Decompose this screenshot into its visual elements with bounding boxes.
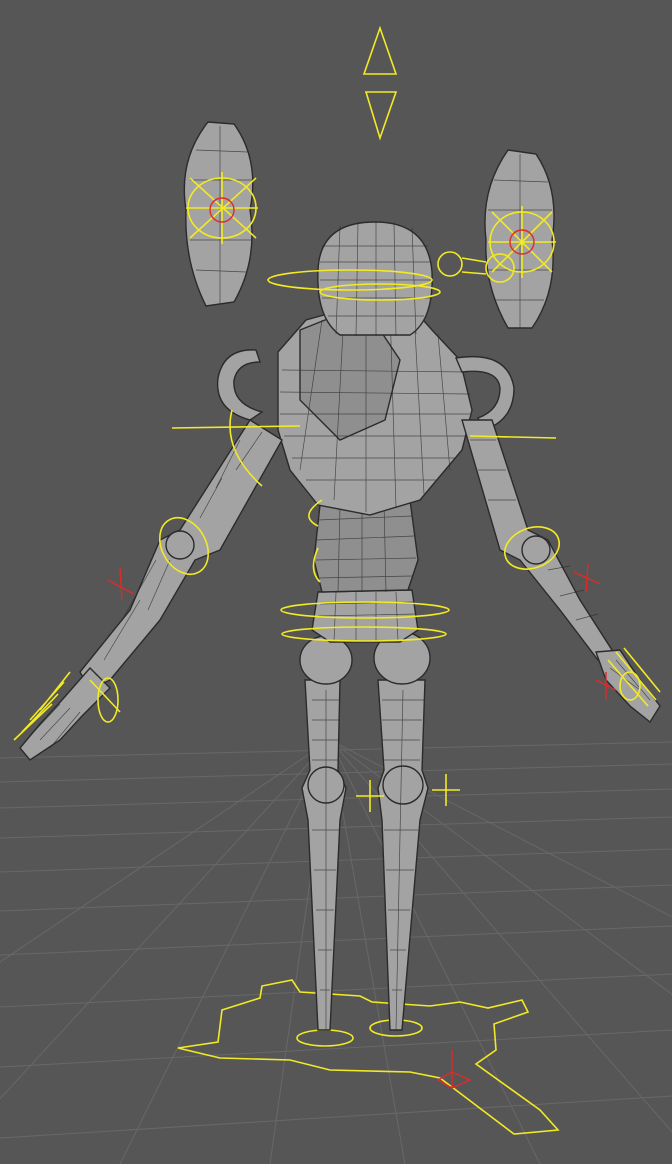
head[interactable] [317,221,433,337]
left-arm[interactable] [79,419,283,691]
left-hand[interactable] [19,666,111,761]
pelvis[interactable] [311,589,419,643]
torso[interactable] [277,304,473,516]
head-up-arrow-control[interactable] [362,25,398,141]
3d-viewport[interactable] [0,0,672,1164]
right-leg[interactable] [373,631,431,1031]
left-leg[interactable] [299,635,353,1031]
left-shoulder-pipe [216,349,264,421]
root-control[interactable] [177,979,560,1135]
root-pivot-marker [436,1050,472,1089]
right-arm[interactable] [461,419,613,661]
left-wing-panel[interactable] [183,121,254,307]
